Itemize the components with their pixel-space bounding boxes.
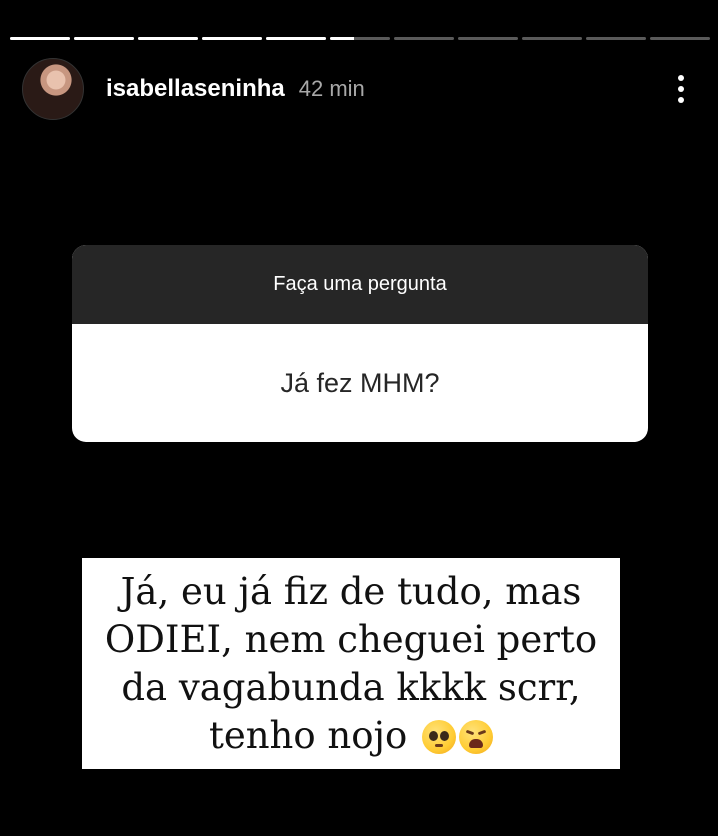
question-sticker-title: Faça uma pergunta [72,245,648,324]
story-progress-segment [522,37,582,40]
story-progress-fill [138,37,198,40]
story-progress-segment [394,37,454,40]
answer-text: Já, eu já fiz de tudo, mas ODIEI, nem ch… [104,569,598,757]
story-progress-segment [266,37,326,40]
story-progress-segment [586,37,646,40]
answer-box: Já, eu já fiz de tudo, mas ODIEI, nem ch… [82,558,620,769]
story-progress-segment [138,37,198,40]
answer-text-block: Já, eu já fiz de tudo, mas ODIEI, nem ch… [82,568,620,760]
story-progress-segment [330,37,390,40]
post-time: 42 min [298,76,365,101]
question-sticker[interactable]: Faça uma pergunta Já fez MHM? [72,245,648,442]
weary-face-icon [459,719,494,754]
story-progress-fill [330,37,354,40]
pleading-face-icon [422,719,457,754]
story-progress-fill [202,37,262,40]
story-progress-segment [10,37,70,40]
story-progress-fill [266,37,326,40]
username[interactable]: isabellaseninha [106,75,285,103]
story-progress-segment [650,37,710,40]
story-progress-fill [74,37,134,40]
story-progress-segment [458,37,518,40]
story-progress-fill [10,37,70,40]
question-text: Já fez MHM? [280,367,440,398]
avatar[interactable] [22,58,84,120]
story-progress-segment [74,37,134,40]
more-vertical-icon[interactable] [666,69,696,109]
story-progress-segment [202,37,262,40]
story-progress-bar [10,37,710,41]
story-header: isabellaseninha 42 min [22,58,696,120]
